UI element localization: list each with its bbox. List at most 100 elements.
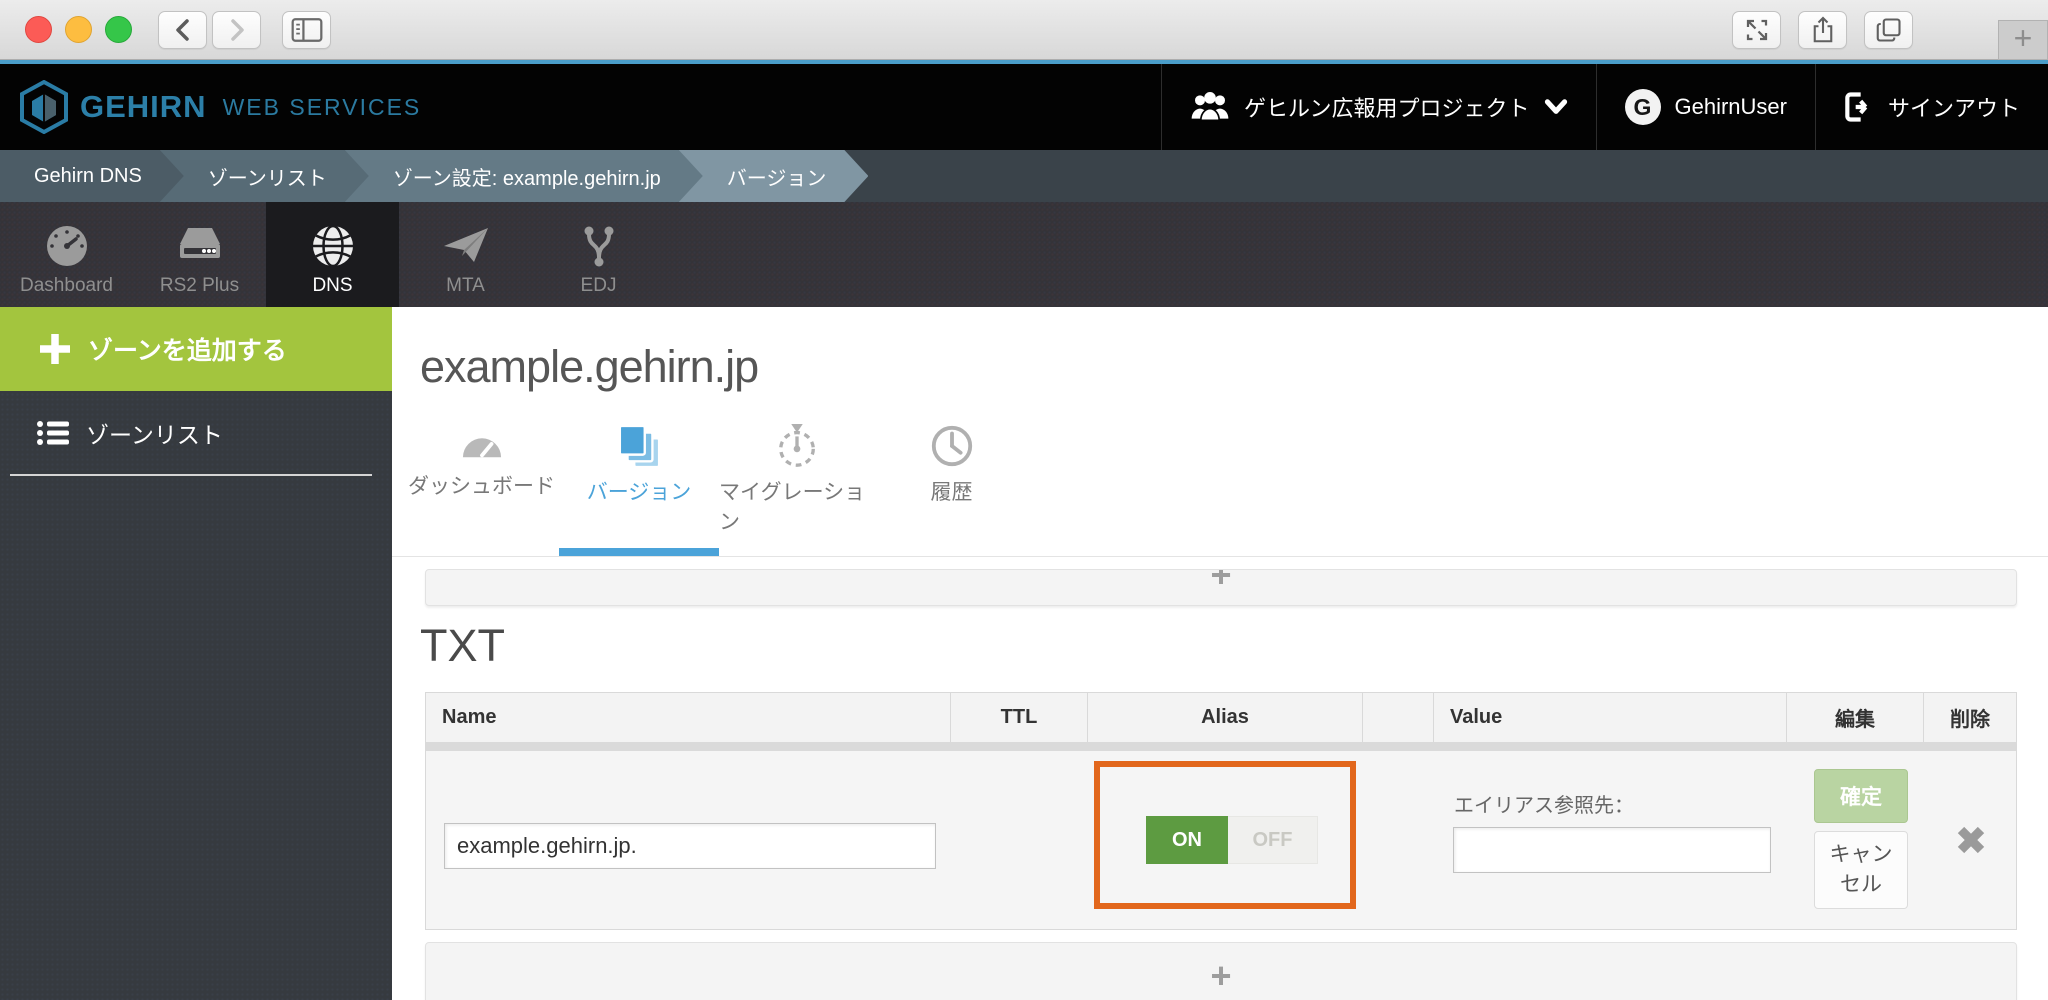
breadcrumb-zone-settings[interactable]: ゾーン設定: example.gehirn.jp: [345, 150, 703, 202]
nav-item-dns[interactable]: DNS: [266, 202, 399, 307]
brand-name: GEHIRN: [80, 89, 207, 125]
window-close-button[interactable]: [25, 16, 52, 43]
layers-tab-icon: [615, 423, 663, 469]
nav-item-edj[interactable]: EDJ: [532, 202, 665, 307]
plus-icon: [40, 334, 70, 364]
browser-toolbar: +: [0, 0, 2048, 60]
tab-dashboard[interactable]: ダッシュボード: [404, 417, 559, 556]
nav-label: MTA: [446, 275, 485, 297]
column-header-ttl: TTL: [951, 693, 1088, 742]
list-icon: [36, 419, 70, 447]
sidebar: ゾーンを追加する ゾーンリスト: [0, 307, 392, 1000]
tab-label: バージョン: [587, 476, 692, 506]
record-name-input[interactable]: [444, 823, 936, 869]
nav-item-mta[interactable]: MTA: [399, 202, 532, 307]
branch-icon: [575, 222, 623, 270]
gehirn-hexagon-icon: [20, 80, 68, 134]
tab-label: マイグレーション: [719, 476, 874, 536]
column-header-alias: Alias: [1088, 693, 1363, 742]
alias-reference-label: エイリアス参照先：: [1454, 789, 1634, 818]
column-header-blank: [1363, 693, 1434, 742]
breadcrumb-version[interactable]: バージョン: [679, 150, 869, 202]
tab-version[interactable]: バージョン: [559, 417, 719, 556]
fullscreen-icon: [1742, 15, 1772, 45]
txt-section-heading: TXT: [420, 620, 2048, 672]
main-content: example.gehirn.jp ダッシュボード: [392, 307, 2048, 1000]
nav-item-rs2-plus[interactable]: RS2 Plus: [133, 202, 266, 307]
alias-off-button[interactable]: OFF: [1228, 816, 1318, 864]
signout-button[interactable]: サインアウト: [1815, 64, 2048, 150]
forward-chevron-icon: [226, 18, 248, 42]
zone-tabs: ダッシュボード バージョン: [392, 417, 2048, 557]
group-icon: [1190, 90, 1230, 124]
sidebar-divider: [10, 474, 372, 476]
breadcrumb-gehirn-dns[interactable]: Gehirn DNS: [0, 150, 184, 202]
gauge-tab-icon: [459, 423, 505, 463]
paper-plane-icon: [440, 222, 492, 270]
share-icon: [1808, 15, 1838, 45]
page-title: example.gehirn.jp: [420, 341, 2048, 393]
sidebar-toggle-icon: [288, 13, 326, 47]
tab-migration[interactable]: マイグレーション: [719, 417, 874, 556]
globe-icon: [309, 222, 357, 270]
column-header-name: Name: [426, 693, 951, 742]
breadcrumb-zone-list[interactable]: ゾーンリスト: [160, 150, 369, 202]
nav-item-dashboard[interactable]: Dashboard: [0, 202, 133, 307]
txt-record-table: Name TTL Alias Value 編集 削除 ON OFF: [425, 692, 2017, 930]
zone-list-label: ゾーンリスト: [86, 416, 223, 450]
sidebar-item-zone-list[interactable]: ゾーンリスト: [0, 391, 392, 474]
window-minimize-button[interactable]: [65, 16, 92, 43]
table-header: Name TTL Alias Value 編集 削除: [426, 693, 2016, 742]
table-header-band: [426, 742, 2016, 751]
sidebar-toggle-button[interactable]: [282, 11, 331, 49]
back-button[interactable]: [158, 11, 207, 49]
server-icon: [174, 222, 226, 270]
clock-tab-icon: [929, 423, 975, 469]
user-name: GehirnUser: [1675, 94, 1787, 120]
breadcrumb: Gehirn DNS ゾーンリスト ゾーン設定: example.gehirn.…: [0, 150, 2048, 202]
plus-icon: +: [1210, 569, 1231, 593]
x-icon: [1954, 823, 1988, 857]
project-selector[interactable]: ゲヒルン広報用プロジェクト: [1161, 64, 1596, 150]
project-name: ゲヒルン広報用プロジェクト: [1244, 91, 1530, 123]
new-tab-button[interactable]: +: [1998, 20, 2048, 60]
tab-history[interactable]: 履歴: [874, 417, 1029, 556]
timer-tab-icon: [774, 423, 820, 469]
table-row: ON OFF エイリアス参照先： 確定 キャンセル: [426, 751, 2016, 929]
window-zoom-button[interactable]: [105, 16, 132, 43]
tab-overview-button[interactable]: [1864, 11, 1913, 49]
tabs-icon: [1874, 15, 1904, 45]
share-button[interactable]: [1798, 11, 1847, 49]
add-record-bar-top[interactable]: +: [425, 569, 2017, 606]
alias-on-button[interactable]: ON: [1146, 816, 1228, 864]
gauge-icon: [43, 222, 91, 270]
column-header-delete: 削除: [1924, 693, 2016, 742]
delete-record-button[interactable]: [1954, 823, 1988, 862]
nav-label: Dashboard: [20, 275, 113, 297]
service-nav: Dashboard RS2 Plus DNS: [0, 202, 2048, 307]
tab-label: 履歴: [931, 476, 973, 506]
nav-label: RS2 Plus: [160, 275, 239, 297]
brand-suffix: WEB SERVICES: [223, 94, 422, 121]
brand-logo[interactable]: GEHIRN WEB SERVICES: [20, 80, 421, 134]
forward-button[interactable]: [212, 11, 261, 49]
fullscreen-button[interactable]: [1732, 11, 1781, 49]
avatar: G: [1625, 89, 1661, 125]
add-zone-label: ゾーンを追加する: [88, 331, 287, 367]
app-header: GEHIRN WEB SERVICES ゲヒルン広報用プロジェクト G Gehi…: [0, 64, 2048, 150]
user-menu[interactable]: G GehirnUser: [1596, 64, 1815, 150]
column-header-value: Value: [1434, 693, 1787, 742]
tab-label: ダッシュボード: [408, 470, 555, 500]
alias-toggle: ON OFF: [1146, 816, 1318, 864]
confirm-button[interactable]: 確定: [1814, 769, 1908, 823]
nav-label: DNS: [312, 275, 352, 297]
back-chevron-icon: [172, 18, 194, 42]
add-record-bar-bottom[interactable]: +: [425, 942, 2017, 1000]
alias-reference-input[interactable]: [1453, 827, 1771, 873]
cancel-button[interactable]: キャンセル: [1814, 831, 1908, 909]
nav-label: EDJ: [581, 275, 617, 297]
add-zone-button[interactable]: ゾーンを追加する: [0, 307, 392, 391]
signout-icon: [1844, 91, 1874, 123]
column-header-edit: 編集: [1787, 693, 1924, 742]
screen: + GEHIRN WEB SERVICES ゲヒルン広報用プロジ: [0, 0, 2048, 1000]
